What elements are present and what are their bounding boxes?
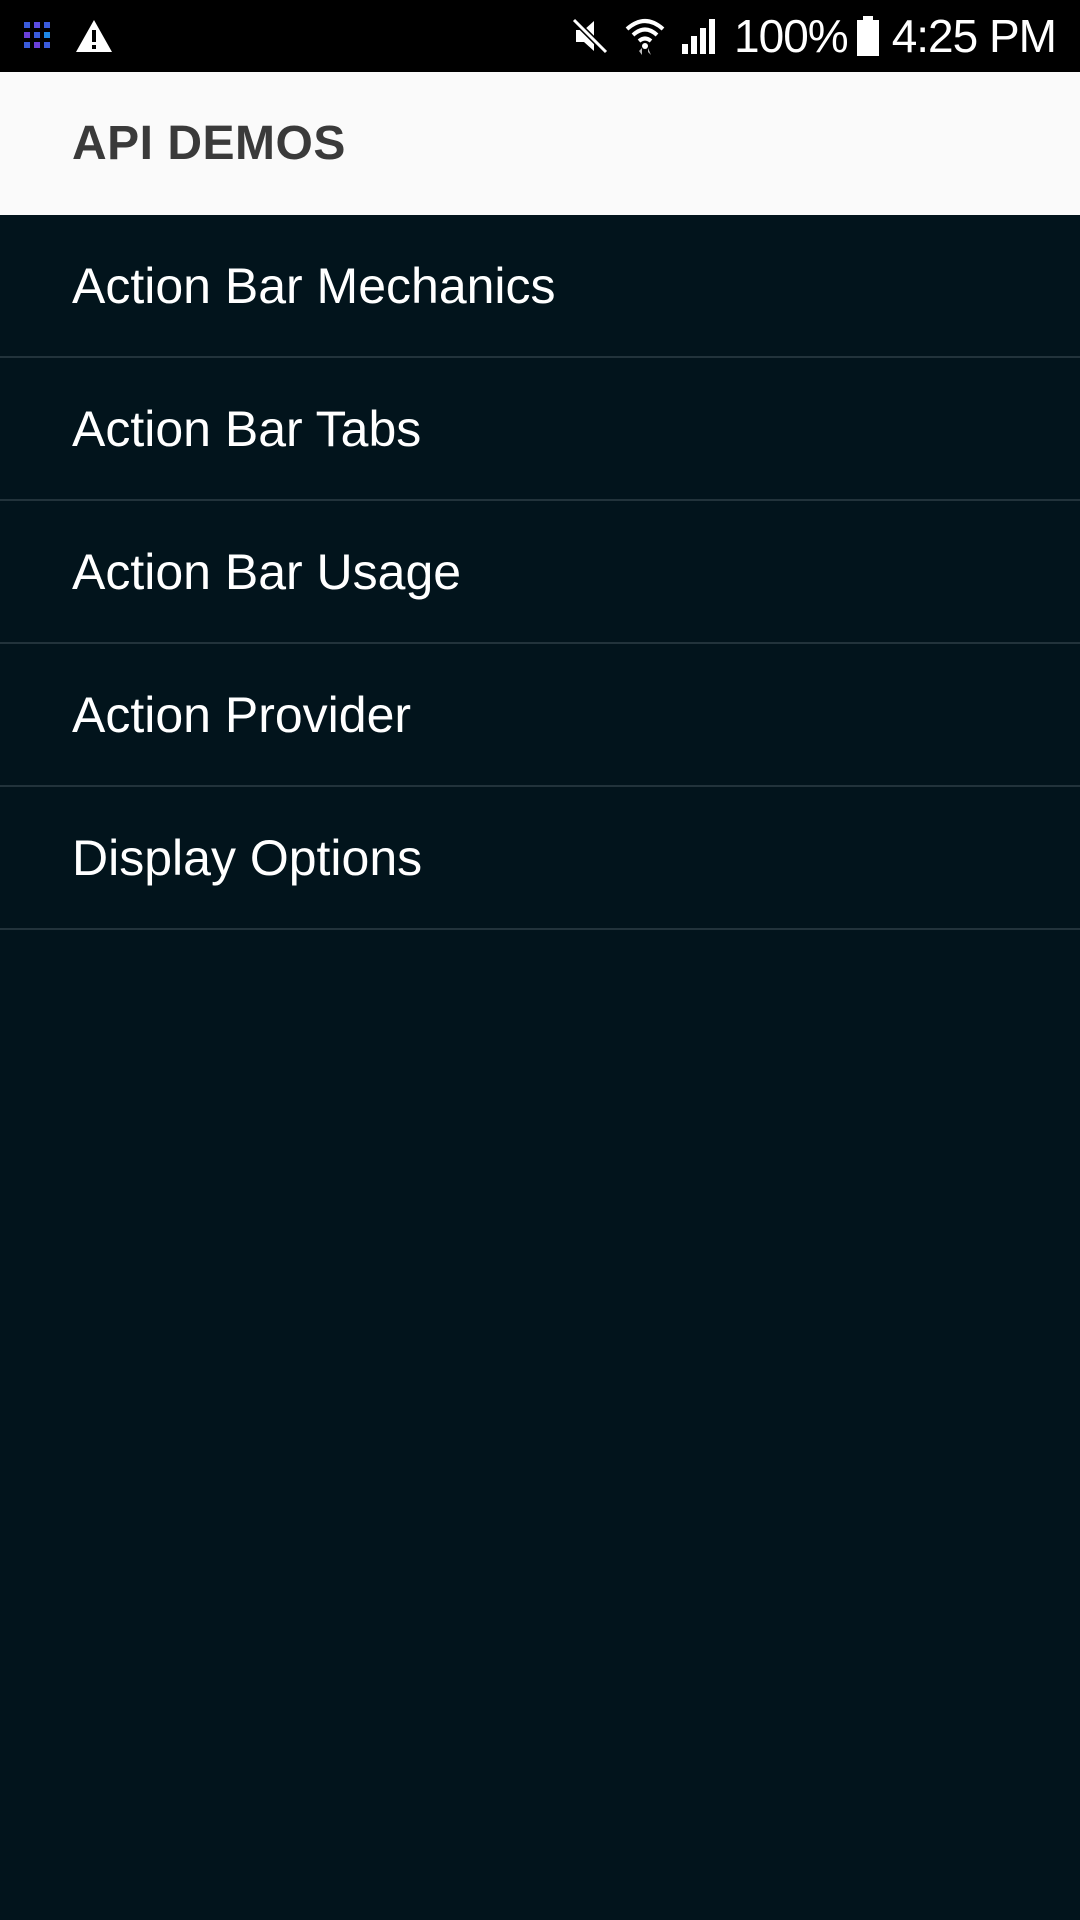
demo-list: Action Bar Mechanics Action Bar Tabs Act…	[0, 215, 1080, 930]
list-item-label: Display Options	[72, 829, 423, 886]
status-bar-right: 100% 4:25 PM	[570, 8, 1057, 64]
mute-icon	[570, 16, 610, 56]
list-item-action-provider[interactable]: Action Provider	[0, 644, 1080, 787]
status-clock: 4:25 PM	[891, 10, 1057, 62]
list-item-display-options[interactable]: Display Options	[0, 787, 1080, 930]
battery-icon	[856, 15, 880, 57]
wifi-icon	[624, 15, 666, 57]
list-item-action-bar-tabs[interactable]: Action Bar Tabs	[0, 358, 1080, 501]
battery-percentage: 100%	[734, 10, 849, 62]
signal-icon	[680, 16, 720, 56]
list-item-label: Action Provider	[72, 686, 412, 743]
list-item-label: Action Bar Tabs	[72, 400, 422, 457]
app-notification-icon	[22, 20, 54, 52]
list-item-action-bar-mechanics[interactable]: Action Bar Mechanics	[0, 215, 1080, 358]
status-bar-left	[22, 14, 114, 58]
app-bar: API DEMOS	[0, 72, 1080, 215]
list-item-action-bar-usage[interactable]: Action Bar Usage	[0, 501, 1080, 644]
status-bar: 100% 4:25 PM	[0, 0, 1080, 72]
list-item-label: Action Bar Mechanics	[72, 257, 556, 314]
list-item-label: Action Bar Usage	[72, 543, 462, 600]
page-title: API DEMOS	[72, 117, 346, 170]
warning-icon	[74, 18, 114, 54]
